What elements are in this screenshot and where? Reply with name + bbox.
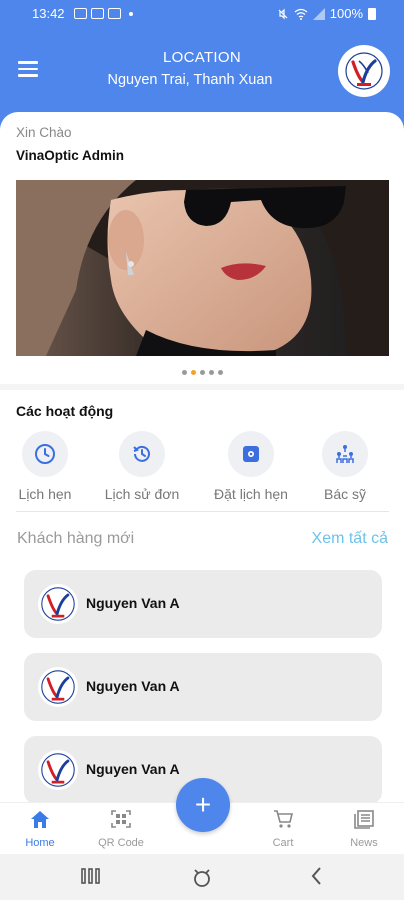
customer-card[interactable]: Nguyen Van A	[24, 570, 382, 638]
notification-icons	[74, 8, 133, 19]
activity-label: Bác sỹ	[323, 486, 366, 502]
back-icon[interactable]	[308, 866, 326, 886]
chat-notification-icon	[108, 8, 121, 19]
system-navigation-bar	[0, 854, 404, 900]
customer-avatar	[38, 584, 78, 624]
more-notifications-icon	[129, 12, 133, 16]
see-all-link[interactable]: Xem tất cả	[312, 530, 388, 548]
activity-label: Lịch sử đơn	[104, 486, 180, 502]
mute-icon	[278, 8, 288, 19]
vinaoptic-logo-icon	[41, 670, 75, 704]
customer-name: Nguyen Van A	[86, 678, 180, 694]
news-icon	[354, 810, 374, 829]
status-time: 13:42	[32, 6, 65, 21]
signal-icon	[312, 7, 325, 20]
battery-percent: 100%	[329, 6, 363, 21]
carousel-dot[interactable]	[181, 370, 187, 375]
add-button[interactable]: +	[176, 778, 230, 832]
nav-news[interactable]: News	[329, 809, 399, 849]
wifi-icon	[294, 8, 308, 20]
activity-order-history[interactable]: Lịch sử đơn	[92, 431, 192, 502]
vinaoptic-logo-icon	[41, 753, 75, 787]
divider	[16, 511, 389, 512]
activity-label: Đặt lịch hẹn	[214, 486, 288, 502]
carousel-indicator	[0, 370, 404, 375]
vinaoptic-logo-icon	[345, 52, 383, 90]
schedule-gear-icon	[228, 431, 274, 477]
customer-avatar	[38, 667, 78, 707]
doctors-icon	[322, 431, 368, 477]
status-right: 100%	[277, 6, 376, 21]
menu-icon-bar	[18, 67, 38, 70]
gallery-notification-icon	[74, 8, 87, 19]
home-icon	[31, 811, 49, 828]
carousel-dot[interactable]	[199, 370, 205, 375]
banner-photo	[16, 180, 389, 356]
activity-label: Lịch hẹn	[18, 486, 72, 502]
new-customers-title: Khách hàng mới	[17, 530, 135, 547]
nav-home[interactable]: Home	[5, 809, 75, 849]
vinaoptic-logo-icon	[41, 587, 75, 621]
brand-logo[interactable]	[338, 45, 390, 97]
section-separator	[0, 384, 404, 390]
nav-label: News	[350, 837, 378, 849]
cart-icon	[274, 810, 294, 828]
nav-label: QR Code	[98, 837, 144, 849]
customer-avatar	[38, 750, 78, 790]
history-icon	[119, 431, 165, 477]
customer-name: Nguyen Van A	[86, 595, 180, 611]
customer-name: Nguyen Van A	[86, 761, 180, 777]
content-card: Xin Chào VinaOptic Admin Các hoạt động L…	[0, 112, 404, 804]
recent-apps-icon[interactable]	[80, 866, 102, 886]
carousel-dot[interactable]	[208, 370, 214, 375]
greeting-text: Xin Chào	[16, 125, 72, 140]
activity-appointments[interactable]: Lịch hẹn	[0, 431, 95, 502]
nav-label: Home	[25, 837, 55, 849]
activity-book-appointment[interactable]: Đặt lịch hẹn	[201, 431, 301, 502]
carousel-dot[interactable]	[217, 370, 223, 375]
nav-qr-code[interactable]: QR Code	[86, 809, 156, 849]
location-value[interactable]: Nguyen Trai, Thanh Xuan	[0, 72, 380, 88]
carousel-dot-active[interactable]	[190, 370, 196, 375]
message-notification-icon	[91, 8, 104, 19]
home-system-icon[interactable]	[191, 866, 213, 888]
nav-label: Cart	[272, 837, 294, 849]
status-bar: 13:42 100%	[0, 0, 404, 28]
activities-title: Các hoạt động	[16, 403, 114, 419]
promo-banner-image[interactable]	[16, 180, 389, 356]
customer-card[interactable]: Nguyen Van A	[24, 653, 382, 721]
qr-code-icon	[111, 810, 131, 828]
user-name: VinaOptic Admin	[16, 148, 125, 163]
clock-icon	[22, 431, 68, 477]
nav-cart[interactable]: Cart	[248, 809, 318, 849]
battery-icon	[368, 7, 376, 20]
activity-doctors[interactable]: Bác sỹ	[295, 431, 395, 502]
